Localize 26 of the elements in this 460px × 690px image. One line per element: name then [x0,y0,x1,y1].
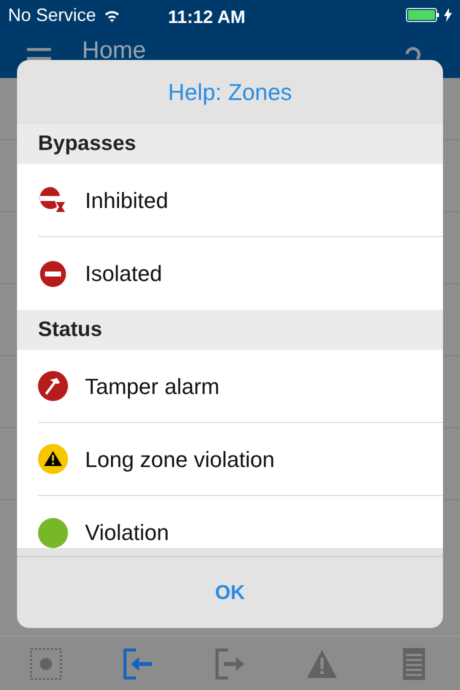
battery-icon [406,7,440,23]
enter-icon[interactable] [122,648,154,680]
hammer-icon [38,371,68,401]
no-entry-icon [40,260,66,286]
warning-icon[interactable] [306,648,338,678]
warning-icon [38,444,68,474]
menu-icon[interactable] [27,48,51,60]
wifi-icon [104,8,120,22]
exit-icon[interactable] [214,648,246,680]
list-icon[interactable] [403,648,425,680]
clock-text: 11:12 AM [168,6,246,29]
legend-label: Violation [85,519,169,547]
legend-label: Inhibited [85,186,168,214]
dialog-title: Help: Zones [168,78,292,107]
section-heading: Bypasses [38,131,136,158]
charging-icon [444,8,452,22]
carrier-text: No Service [8,4,96,26]
legend-label: Isolated [85,260,162,288]
legend-label: Long zone violation [85,446,275,474]
ok-button[interactable]: OK [17,556,443,628]
keypad-icon[interactable] [30,648,62,680]
status-dot-icon [38,518,68,548]
page-title: Home [82,36,146,66]
inhibited-icon [38,185,68,215]
section-heading: Status [38,317,102,344]
legend-label: Tamper alarm [85,372,220,401]
